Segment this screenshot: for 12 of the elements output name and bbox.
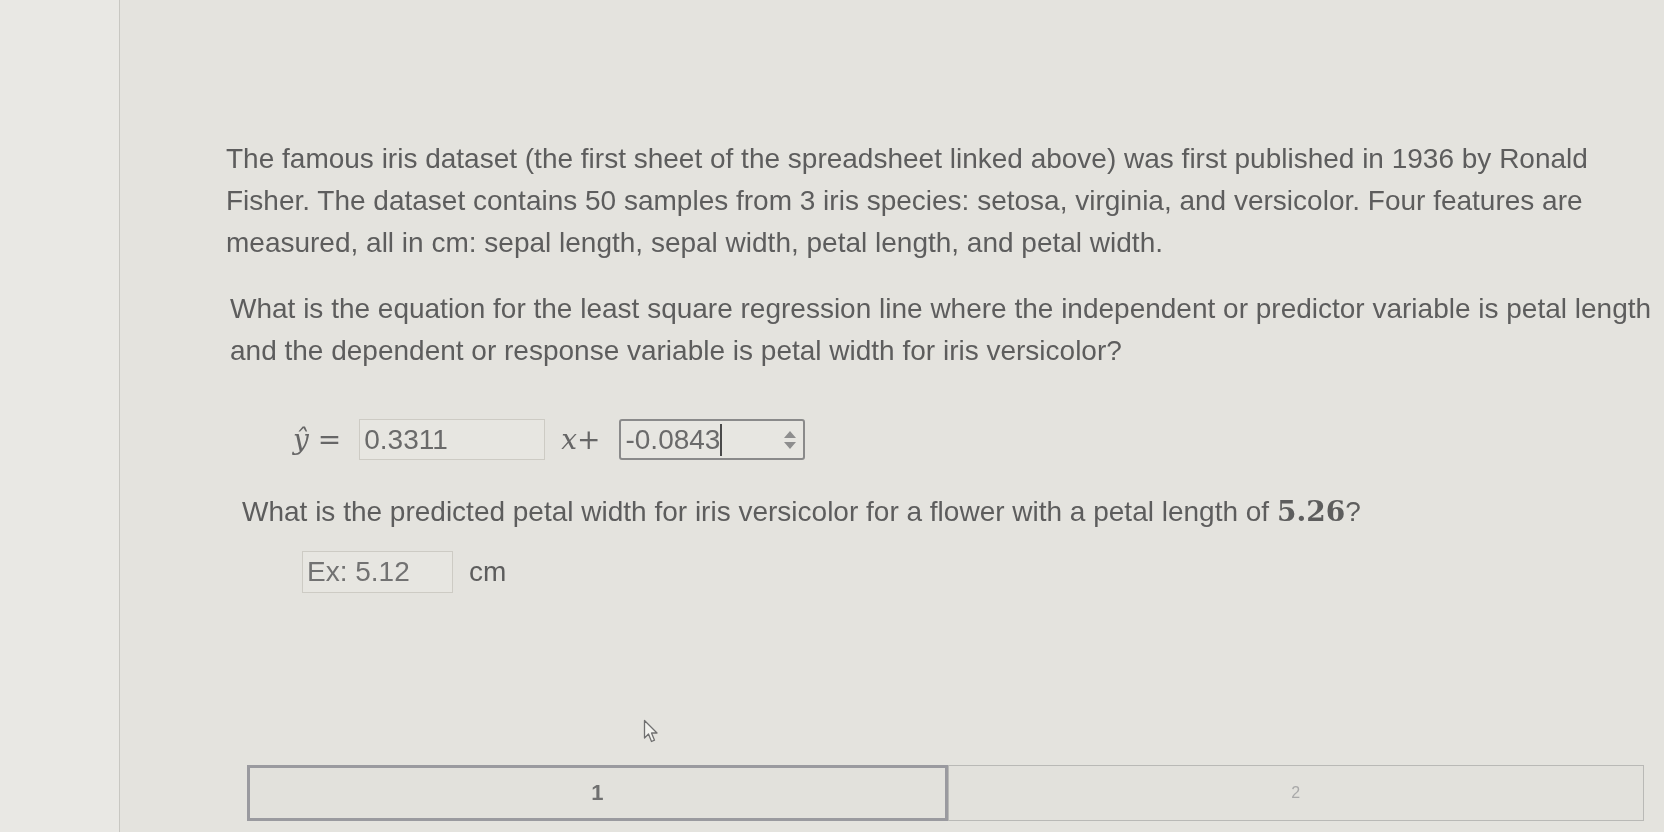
question-text: What is the predicted petal width for iris versicolor for a flower with a petal length of 5.26? [242, 494, 1361, 530]
answer-field[interactable]: Ex: 5.12 [302, 551, 453, 593]
question-text: What is the equation for the least square regression line where the independent or predictor variable is petal length and the dependent or response variable is petal width for iris versicolor? [230, 292, 1653, 368]
intercept-field[interactable]: -0.0843 [619, 419, 806, 460]
equation-label: ŷ = [293, 423, 342, 456]
text-caret-icon [720, 423, 723, 456]
slope-field[interactable]: 0.3311 [359, 419, 546, 460]
passage-text: The famous iris dataset (the first sheet of the spreadsheet linked above) was first published in 1936 by Ronald Fisher. The dataset contains 50 samples from 3 iris species: setosa, virginia, and versicolor. Four features are measured, all in cm: sepal length, sepal width, petal length, and petal width. [226, 142, 1589, 260]
equation-label: x+ [561, 423, 601, 456]
page-tab[interactable]: 1 [247, 765, 948, 821]
mouse-pointer-icon [643, 719, 660, 744]
unit-label: cm [469, 556, 507, 588]
